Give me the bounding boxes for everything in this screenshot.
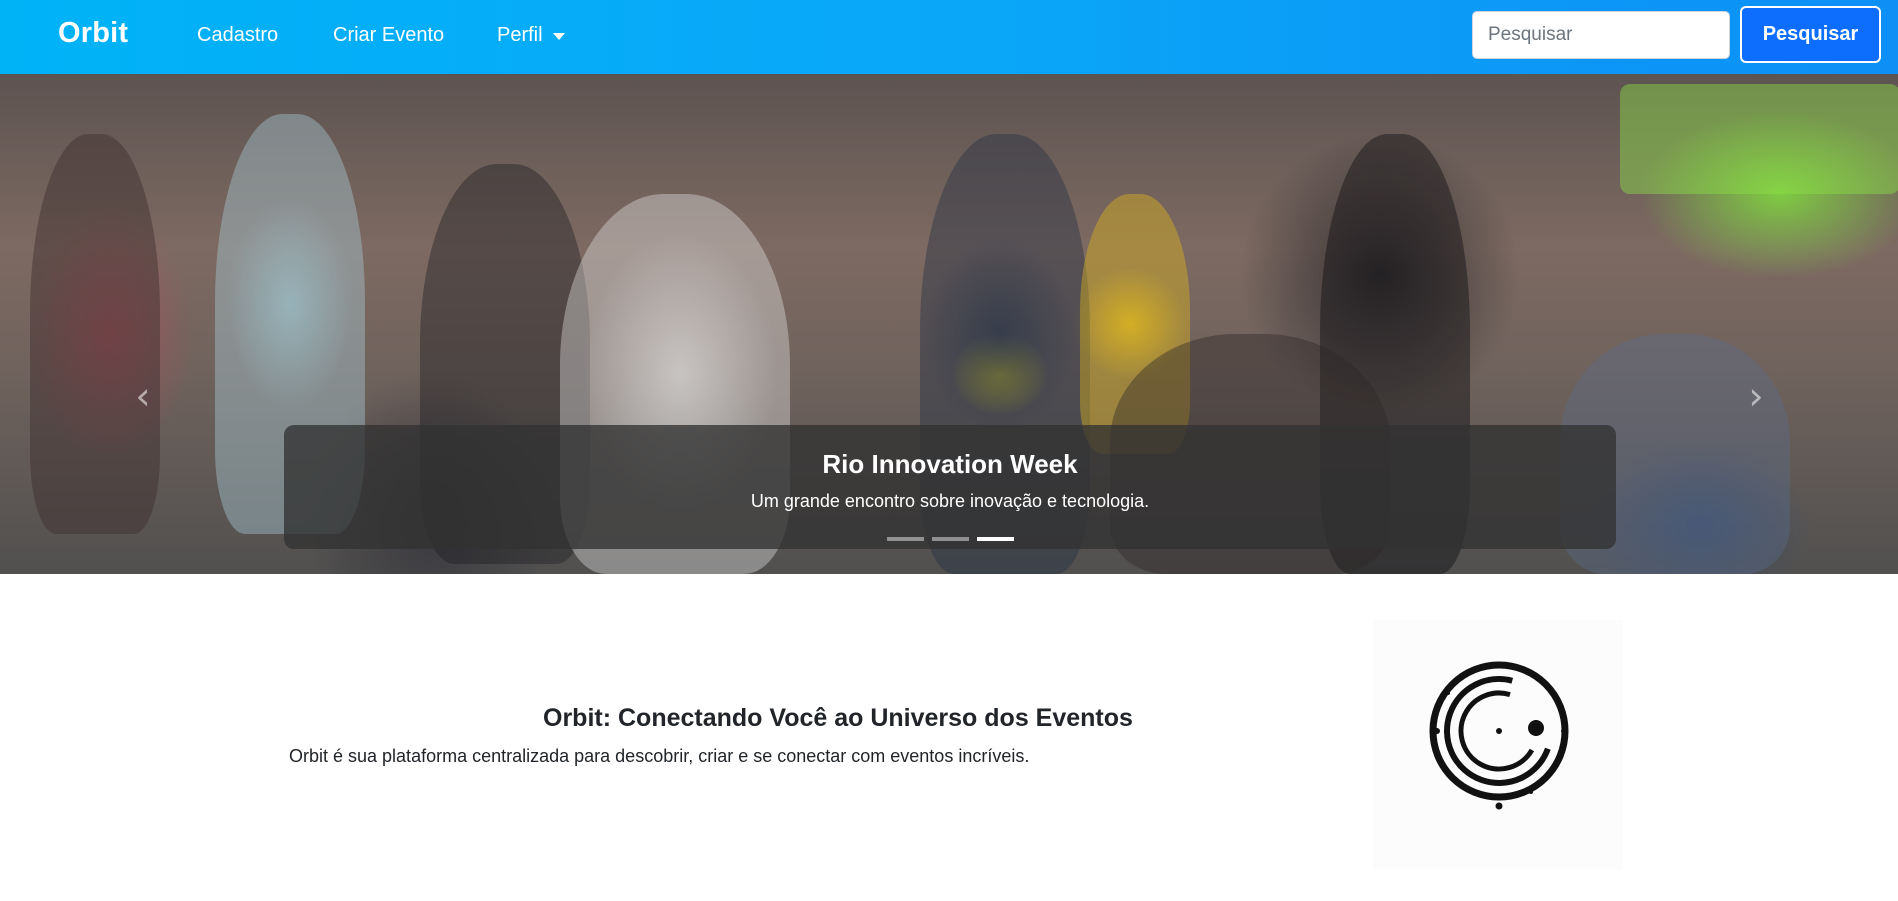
chevron-left-icon: ‹ (135, 374, 151, 418)
search-button[interactable]: Pesquisar (1740, 6, 1881, 63)
nav-link-perfil-label: Perfil (497, 24, 543, 46)
carousel-caption: Rio Innovation Week Um grande encontro s… (284, 425, 1616, 549)
navbar: Orbit Cadastro Criar Evento Perfil Pesqu… (0, 0, 1898, 74)
brand-logo[interactable]: Orbit (58, 17, 128, 50)
caret-down-icon (552, 33, 565, 40)
carousel-indicator-3[interactable] (976, 537, 1014, 541)
chevron-right-icon: › (1748, 374, 1764, 418)
about-title: Orbit: Conectando Você ao Universo dos E… (543, 704, 1133, 732)
nav-link-criar-evento[interactable]: Criar Evento (333, 24, 444, 47)
carousel-caption-title: Rio Innovation Week (822, 449, 1078, 479)
nav-link-cadastro[interactable]: Cadastro (197, 24, 278, 47)
carousel-next-button[interactable]: › (1731, 374, 1781, 418)
carousel-prev-button[interactable]: ‹ (118, 374, 168, 418)
carousel-indicators (284, 537, 1616, 541)
about-text: Orbit é sua plataforma centralizada para… (289, 746, 1030, 766)
carousel-indicator-2[interactable] (931, 537, 969, 541)
event-carousel: ‹ › Rio Innovation Week Um grande encont… (0, 74, 1898, 574)
carousel-indicator-1[interactable] (886, 537, 924, 541)
carousel-caption-text: Um grande encontro sobre inovação e tecn… (750, 491, 1150, 511)
search-input[interactable] (1472, 11, 1730, 59)
orbit-logo (1373, 620, 1623, 870)
nav-dropdown-perfil[interactable]: Perfil (497, 24, 565, 47)
orbit-logo-icon (1429, 661, 1569, 810)
